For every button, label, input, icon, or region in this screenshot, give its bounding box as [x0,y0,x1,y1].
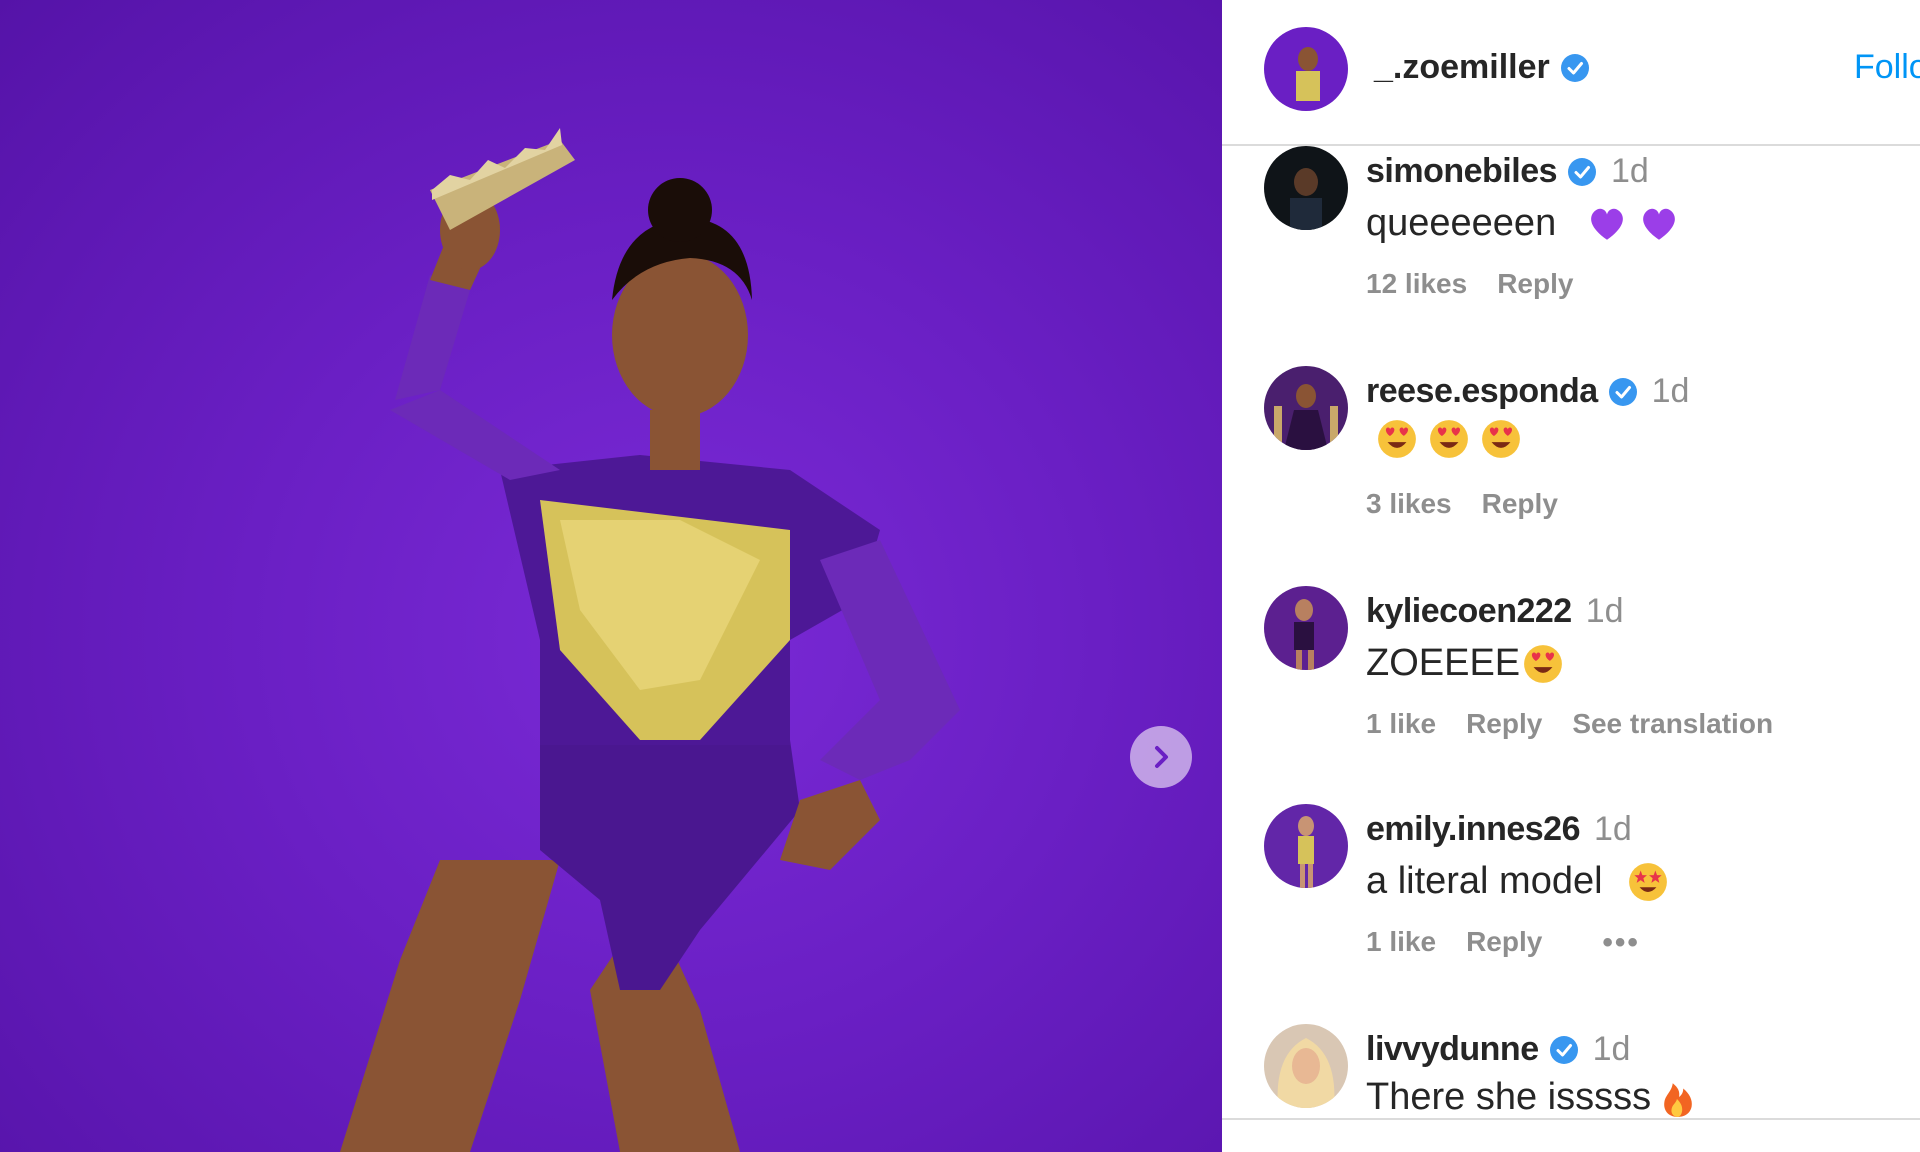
purple-heart-icon [1591,208,1624,240]
purple-heart-icon [1643,208,1676,240]
comment-header: reese.esponda 1d [1366,372,1689,411]
comment-item: emily.innes26 1d a literal model 1 like … [1222,804,1920,1004]
comment-header: livvydunne 1d [1366,1030,1630,1069]
comment-username[interactable]: livvydunne [1366,1030,1539,1069]
comment-username[interactable]: emily.innes26 [1366,810,1581,849]
commenter-avatar[interactable] [1264,1024,1348,1108]
comment-username[interactable]: reese.esponda [1366,372,1598,411]
comment-item: reese.esponda 1d 3 likes Reply [1222,366,1920,566]
next-photo-button[interactable] [1130,726,1192,788]
owner-avatar[interactable] [1264,27,1348,111]
comment-username[interactable]: simonebiles [1366,152,1558,191]
heart-eyes-emoji-icon [1430,420,1468,458]
see-translation-link[interactable]: See translation [1572,708,1773,740]
comment-text: queeeeeen [1366,202,1680,245]
owner-username[interactable]: _.zoemiller [1374,48,1550,87]
comment-meta: 3 likes Reply [1366,488,1558,520]
follow-button[interactable]: Follo [1854,48,1920,87]
chevron-right-icon [1155,746,1168,768]
heart-eyes-emoji-icon [1524,644,1563,683]
comment-text: a literal model [1366,860,1669,903]
commenter-avatar[interactable] [1264,146,1348,230]
verified-badge-icon [1568,157,1597,186]
likes-count[interactable]: 1 like [1366,708,1436,740]
likes-count[interactable]: 1 like [1366,926,1436,960]
comment-text: ZOEEEE [1366,642,1564,685]
comment-timestamp[interactable]: 1d [1594,810,1632,849]
comment-text [1366,418,1522,460]
comment-body: There she isssss [1366,1076,1652,1118]
reply-button[interactable]: Reply [1497,268,1573,300]
commenter-avatar[interactable] [1264,586,1348,670]
comment-item: simonebiles 1d queeeeeen 12 likes Reply [1222,146,1920,346]
verified-badge-icon [1608,377,1637,406]
verified-badge-icon [1549,1035,1578,1064]
comment-body: a literal model [1366,860,1603,902]
comment-meta: 1 like Reply ••• [1366,926,1640,960]
fire-emoji-icon [1664,1082,1692,1117]
comment-body: queeeeeen [1366,202,1557,244]
comment-text: There she isssss [1366,1076,1699,1118]
star-eyes-emoji-icon [1628,862,1667,901]
comment-body: ZOEEEE [1366,642,1521,684]
likes-count[interactable]: 3 likes [1366,488,1452,520]
comment-header: kyliecoen222 1d [1366,592,1624,631]
reply-button[interactable]: Reply [1482,488,1558,520]
comment-list: simonebiles 1d queeeeeen 12 likes Reply [1222,146,1920,1118]
comment-timestamp[interactable]: 1d [1611,152,1649,191]
comment-timestamp[interactable]: 1d [1586,592,1624,631]
comment-header: simonebiles 1d [1366,152,1649,191]
post-photo [0,0,1222,1152]
comment-item: kyliecoen222 1d ZOEEEE 1 like Reply See … [1222,586,1920,786]
likes-count[interactable]: 12 likes [1366,268,1467,300]
verified-badge-icon [1560,53,1589,82]
comment-item: livvydunne 1d There she isssss [1222,1024,1920,1118]
commenter-avatar[interactable] [1264,804,1348,888]
comments-bottom-divider [1222,1118,1920,1120]
reply-button[interactable]: Reply [1466,926,1542,960]
commenter-avatar[interactable] [1264,366,1348,450]
more-options-icon[interactable]: ••• [1602,926,1640,960]
comment-header: emily.innes26 1d [1366,810,1632,849]
reply-button[interactable]: Reply [1466,708,1542,740]
comment-meta: 12 likes Reply [1366,268,1573,300]
heart-eyes-emoji-icon [1482,420,1520,458]
owner-username-row[interactable]: _.zoemiller [1374,48,1590,87]
comment-timestamp[interactable]: 1d [1593,1030,1631,1069]
heart-eyes-emoji-icon [1378,420,1416,458]
post-header: _.zoemiller Follo [1222,0,1920,146]
comments-sidebar: _.zoemiller Follo simonebiles 1d queeeee… [1222,0,1920,1152]
comment-meta: 1 like Reply See translation [1366,708,1773,740]
gymnast-photo-illustration [340,128,960,1152]
comment-timestamp[interactable]: 1d [1652,372,1690,411]
comment-username[interactable]: kyliecoen222 [1366,592,1572,631]
